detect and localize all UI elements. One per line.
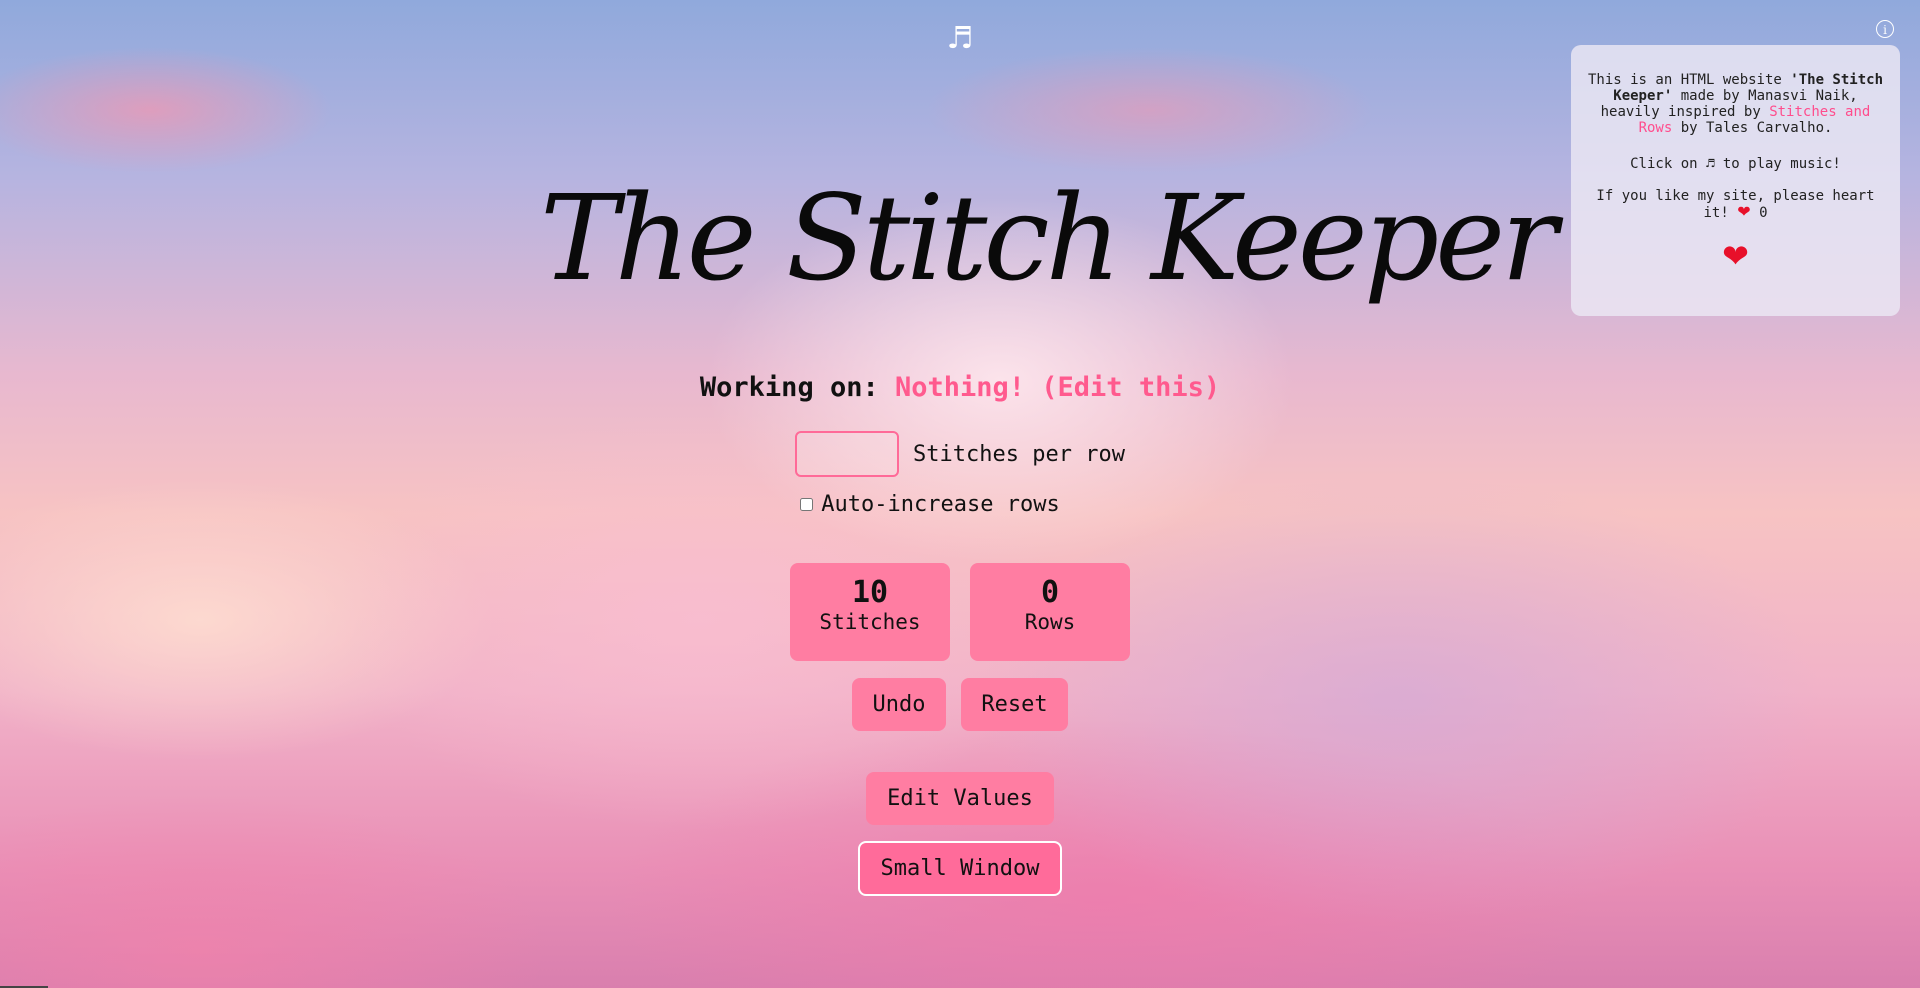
edit-values-button[interactable]: Edit Values	[866, 772, 1054, 825]
site-title: The Stitch Keeper	[540, 169, 1557, 307]
rows-counter-label: Rows	[1024, 610, 1076, 634]
stitches-count: 10	[851, 575, 889, 610]
info-music-text: Click on ♬ to play music!	[1587, 156, 1884, 172]
auto-increase-row: Auto-increase rows	[0, 488, 1890, 520]
stitches-per-row-label: Stitches per row	[913, 441, 1125, 467]
info-credits-end: by Tales Carvalho.	[1672, 120, 1833, 136]
info-panel: This is an HTML website 'The Stitch Keep…	[1571, 45, 1900, 316]
heart-button-icon[interactable]: ❤	[1716, 239, 1756, 273]
auto-increase-checkbox[interactable]	[800, 497, 814, 511]
stitches-counter-label: Stitches	[819, 610, 921, 634]
info-icon[interactable]: i	[1876, 20, 1894, 38]
working-on-label: Working on:	[699, 372, 879, 403]
reset-button[interactable]: Reset	[961, 678, 1068, 731]
working-on-line: Working on: Nothing! (Edit this)	[0, 368, 1920, 408]
rows-count: 0	[1040, 575, 1060, 610]
info-music-suffix: to play music!	[1714, 156, 1841, 172]
auto-increase-label: Auto-increase rows	[821, 491, 1060, 517]
rows-counter-button[interactable]: 0 Rows	[970, 563, 1130, 661]
info-credits-prefix: This is an HTML website	[1587, 72, 1791, 88]
info-heart-text: If you like my site, please heart it! ❤ …	[1587, 188, 1884, 221]
music-note-icon[interactable]: ♬	[946, 22, 974, 56]
undo-button[interactable]: Undo	[852, 678, 946, 731]
stitches-per-row-row: Stitches per row	[0, 430, 1920, 478]
heart-inline-icon: ❤	[1737, 202, 1751, 221]
stitches-per-row-input[interactable]	[795, 431, 900, 477]
info-music-prefix: Click on	[1630, 156, 1706, 172]
info-credits-text: This is an HTML website 'The Stitch Keep…	[1587, 72, 1884, 136]
project-name-editable[interactable]: Nothing! (Edit this)	[895, 372, 1220, 403]
stitches-counter-button[interactable]: 10 Stitches	[790, 563, 950, 661]
info-heart-prefix: If you like my site, please heart it!	[1596, 188, 1875, 221]
small-window-button[interactable]: Small Window	[858, 841, 1062, 896]
heart-count: 0	[1759, 205, 1768, 221]
